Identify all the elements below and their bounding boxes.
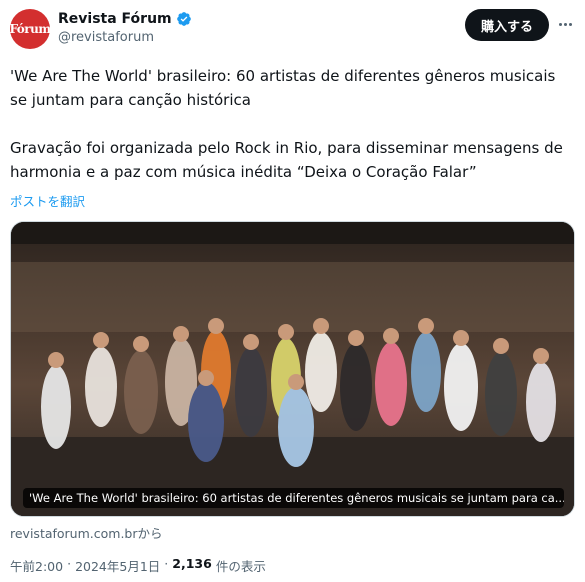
more-options-icon[interactable] bbox=[555, 14, 575, 34]
views-label: 件の表示 bbox=[215, 559, 266, 574]
verified-badge-icon bbox=[176, 12, 191, 26]
author-info: Revista Fórum @revistaforum bbox=[58, 11, 192, 45]
post-time[interactable]: 午前2:00 bbox=[10, 556, 63, 575]
buy-button[interactable]: 購入する bbox=[464, 9, 549, 41]
meta-separator: · bbox=[164, 556, 169, 571]
post-media[interactable]: 'We Are The World' brasileiro: 60 artist… bbox=[10, 221, 575, 517]
post-meta: 午前2:00 · 2024年5月1日 · 2,136 件の表示 bbox=[10, 556, 266, 575]
author-name[interactable]: Revista Fórum bbox=[58, 11, 172, 27]
media-caption: 'We Are The World' brasileiro: 60 artist… bbox=[23, 488, 564, 508]
avatar[interactable]: Fórum bbox=[9, 9, 51, 49]
views-count: 2,136 bbox=[172, 556, 212, 571]
post-text: 'We Are The World' brasileiro: 60 artist… bbox=[10, 67, 563, 181]
post-header: Fórum Revista Fórum @revistaforum 購入する bbox=[9, 8, 575, 50]
group-photo-image bbox=[11, 222, 574, 516]
translate-post-link[interactable]: ポストを翻訳 bbox=[10, 191, 85, 210]
link-source[interactable]: revistaforum.com.brから bbox=[10, 523, 163, 542]
post-date[interactable]: 2024年5月1日 bbox=[75, 556, 160, 575]
author-handle[interactable]: @revistaforum bbox=[58, 30, 192, 45]
meta-separator: · bbox=[67, 556, 72, 571]
